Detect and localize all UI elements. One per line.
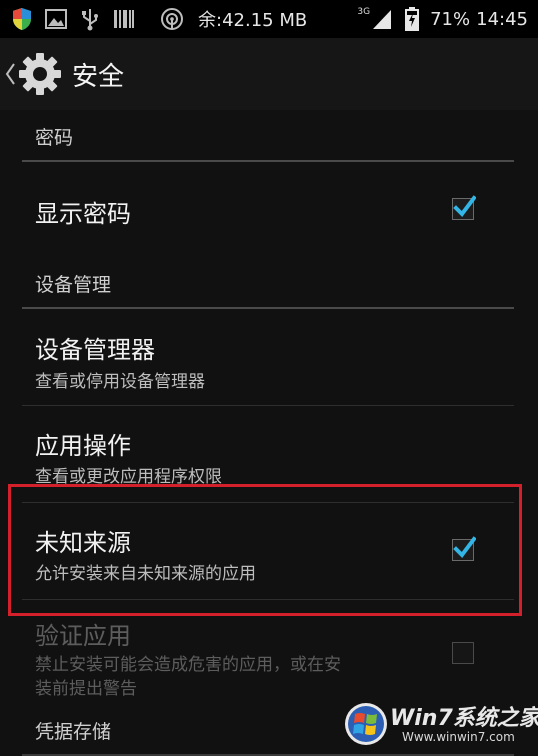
item-title: 未知来源 <box>35 529 131 557</box>
status-bar-notifications: 余:42.15 MB <box>10 6 307 32</box>
image-icon <box>44 7 68 31</box>
back-chevron-icon[interactable] <box>3 58 17 90</box>
app-ops-item[interactable]: 应用操作 查看或更改应用程序权限 <box>22 406 514 502</box>
section-header-label: 密码 <box>35 126 74 149</box>
security-shield-icon <box>10 7 34 31</box>
barcode-icon <box>112 7 136 31</box>
verify-apps-item: 验证应用 禁止安装可能会造成危害的应用，或在安 装前提出警告 <box>22 600 514 702</box>
status-bar-system: 3G 71% 14:45 <box>357 6 528 32</box>
item-title: 应用操作 <box>35 432 131 460</box>
device-administrators-item[interactable]: 设备管理器 查看或停用设备管理器 <box>22 312 514 404</box>
verify-apps-checkbox <box>452 642 474 664</box>
network-type: 3G <box>357 7 371 17</box>
item-summary: 查看或停用设备管理器 <box>35 372 205 392</box>
signal-icon <box>370 7 394 31</box>
battery-charging-icon <box>400 7 424 31</box>
show-password-checkbox[interactable] <box>452 195 476 220</box>
item-summary-line-1: 禁止安装可能会造成危害的应用，或在安 <box>35 655 341 675</box>
item-title: 显示密码 <box>35 200 131 228</box>
section-header-device-admin: 设备管理 <box>22 259 514 309</box>
watermark-brand: Win7系统之家 <box>390 706 538 731</box>
hotspot-icon <box>160 7 184 31</box>
section-header-label: 设备管理 <box>35 273 112 296</box>
watermark-url: Www.winwin7.com <box>402 730 515 744</box>
status-bar: 余:42.15 MB 3G 71% 14:45 <box>0 0 538 38</box>
unknown-sources-checkbox[interactable] <box>452 536 476 561</box>
settings-gear-icon[interactable] <box>16 50 64 98</box>
item-summary: 查看或更改应用程序权限 <box>35 467 222 487</box>
page-title: 安全 <box>72 62 125 92</box>
action-bar: 安全 <box>0 38 538 111</box>
unknown-sources-item[interactable]: 未知来源 允许安装来自未知来源的应用 <box>22 503 514 599</box>
clock: 14:45 <box>476 8 528 30</box>
section-header-password: 密码 <box>22 112 514 162</box>
show-password-item[interactable]: 显示密码 <box>22 164 514 254</box>
item-title: 设备管理器 <box>35 336 155 364</box>
memory-readout: 余:42.15 MB <box>198 10 308 31</box>
battery-percent: 71% <box>430 8 471 30</box>
windows-logo-icon <box>344 702 388 746</box>
item-summary-line-2: 装前提出警告 <box>35 679 137 699</box>
item-title: 验证应用 <box>35 622 131 650</box>
section-header-label: 凭据存储 <box>35 720 112 743</box>
item-summary: 允许安装来自未知来源的应用 <box>35 564 256 584</box>
usb-icon <box>78 7 102 31</box>
watermark: Win7系统之家 Www.winwin7.com <box>344 694 538 754</box>
